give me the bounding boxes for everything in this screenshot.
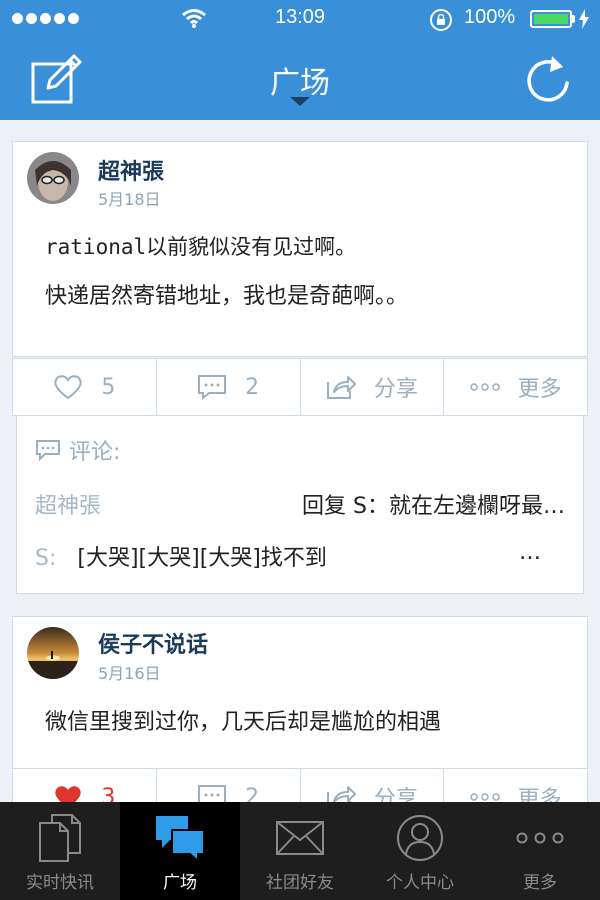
like-count: 5 bbox=[101, 374, 116, 400]
status-bar: 13:09 100% bbox=[0, 0, 600, 38]
post-date: 5月16日 bbox=[98, 664, 161, 683]
post-date: 5月18日 bbox=[98, 190, 161, 209]
post-username[interactable]: 侯子不说话 bbox=[98, 627, 208, 659]
avatar[interactable] bbox=[27, 627, 79, 679]
tab-more[interactable]: 更多 bbox=[480, 802, 600, 900]
heart-icon bbox=[54, 375, 83, 400]
share-label: 分享 bbox=[373, 377, 418, 402]
charging-bolt-icon bbox=[579, 9, 589, 29]
comment-ellipsis: … bbox=[519, 540, 541, 565]
battery-percent: 100% bbox=[464, 6, 516, 28]
comments-header-label: 评论: bbox=[69, 440, 121, 465]
post-text-line: 快递居然寄错地址，我也是奇葩啊。。 bbox=[45, 284, 409, 309]
comment-icon bbox=[36, 440, 60, 461]
chevron-down-icon[interactable] bbox=[290, 97, 310, 106]
more-dots-icon bbox=[469, 793, 500, 801]
rotation-lock-icon bbox=[430, 9, 452, 31]
tab-label: 更多 bbox=[523, 873, 557, 893]
tab-personal-center[interactable]: 个人中心 bbox=[360, 802, 480, 900]
share-button[interactable]: 分享 bbox=[299, 358, 444, 416]
more-dots-icon bbox=[516, 832, 564, 844]
more-dots-icon bbox=[469, 383, 500, 391]
tab-club-friends[interactable]: 社团好友 bbox=[240, 802, 360, 900]
refresh-icon[interactable] bbox=[526, 54, 572, 104]
comment-icon bbox=[198, 375, 227, 400]
tab-realtime-news[interactable]: 实时快讯 bbox=[0, 802, 120, 900]
more-button[interactable]: 更多 bbox=[443, 358, 588, 416]
post-text-line: rational以前貌似没有见过啊。 bbox=[45, 235, 357, 259]
battery-icon bbox=[530, 10, 572, 28]
tab-bar: 实时快讯 广场 社团好友 个人中心 更多 bbox=[0, 802, 600, 900]
avatar[interactable] bbox=[27, 152, 79, 204]
tab-label: 社团好友 bbox=[266, 873, 334, 893]
post-username[interactable]: 超神張 bbox=[98, 154, 164, 186]
comments-panel: 评论: 超神張 回复 S：就在左邊欄呀最… S: [大哭][大哭][大哭]找不到… bbox=[16, 416, 584, 594]
comment-row[interactable]: S: [大哭][大哭][大哭]找不到 … bbox=[35, 540, 565, 572]
more-label: 更多 bbox=[517, 377, 562, 402]
top-bar: 13:09 100% 广场 bbox=[0, 0, 600, 120]
comment-count: 2 bbox=[245, 374, 260, 400]
page-title[interactable]: 广场 bbox=[200, 58, 400, 102]
compose-icon[interactable] bbox=[30, 52, 84, 106]
like-button[interactable]: 5 bbox=[12, 358, 156, 416]
tab-label: 实时快讯 bbox=[26, 873, 94, 893]
comment-user[interactable]: S: bbox=[35, 546, 56, 571]
comment-row[interactable]: 超神張 回复 S：就在左邊欄呀最… bbox=[35, 488, 565, 520]
post-card[interactable]: 超神張 5月18日 rational以前貌似没有见过啊。 快递居然寄错地址，我也… bbox=[12, 141, 588, 357]
comment-user[interactable]: 超神張 bbox=[35, 494, 101, 519]
comment-text: [大哭][大哭][大哭]找不到 bbox=[77, 546, 327, 571]
person-icon bbox=[397, 815, 443, 861]
comment-button[interactable]: 2 bbox=[155, 358, 300, 416]
post-text-line: 微信里搜到过你，几天后却是尴尬的相遇 bbox=[45, 710, 442, 735]
document-icon bbox=[39, 814, 81, 862]
post-card[interactable]: 侯子不说话 5月16日 微信里搜到过你，几天后却是尴尬的相遇 bbox=[12, 616, 588, 770]
battery-tip bbox=[572, 15, 575, 23]
comment-text: 回复 S：就在左邊欄呀最… bbox=[302, 494, 565, 519]
tab-label: 广场 bbox=[163, 873, 197, 893]
envelope-icon bbox=[276, 821, 324, 855]
post-actions: 5 2 分享 更多 bbox=[12, 358, 588, 416]
share-icon bbox=[326, 376, 356, 399]
comments-header: 评论: bbox=[35, 434, 120, 466]
tab-label: 个人中心 bbox=[386, 873, 454, 893]
tab-plaza[interactable]: 广场 bbox=[120, 802, 240, 900]
chat-bubbles-icon bbox=[156, 816, 205, 862]
